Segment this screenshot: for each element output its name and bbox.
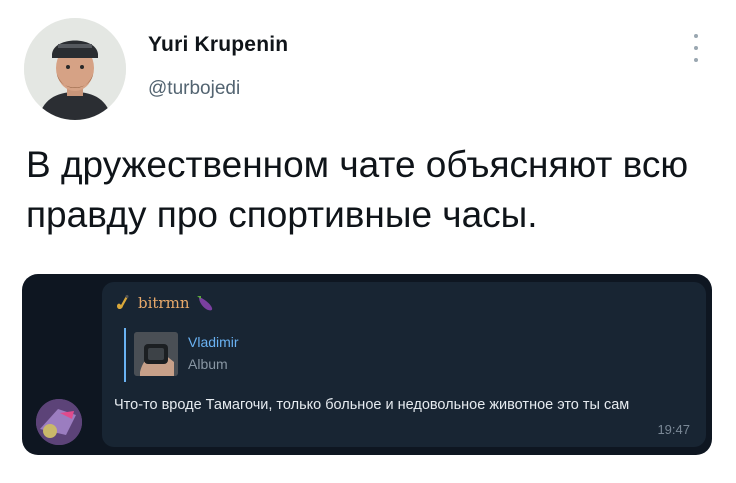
more-dot <box>694 58 698 62</box>
chat-screenshot: bitrmn Vladimir Album Что-то вроде Тамаг… <box>22 274 712 455</box>
tweet-text: В дружественном чате объясняют всю правд… <box>26 144 689 235</box>
reply-accent-bar <box>124 328 126 382</box>
author-avatar[interactable] <box>24 18 126 120</box>
reply-subtitle: Album <box>188 356 228 372</box>
more-dot <box>694 34 698 38</box>
author-handle[interactable]: @turbojedi <box>148 78 240 100</box>
message-sender[interactable]: bitrmn <box>114 294 215 312</box>
author-display-name[interactable]: Yuri Krupenin <box>148 33 288 57</box>
message-bubble[interactable]: bitrmn Vladimir Album Что-то вроде Тамаг… <box>102 282 706 447</box>
message-time: 19:47 <box>657 422 690 437</box>
chat-sender-avatar <box>36 399 82 445</box>
more-vertical-icon[interactable] <box>686 34 706 62</box>
watch-photo <box>134 332 178 376</box>
saxophone-icon <box>117 295 129 309</box>
message-text: Что-то вроде Тамагочи, только больное и … <box>114 397 630 413</box>
reply-author: Vladimir <box>188 334 239 350</box>
sender-name: bitrmn <box>138 294 190 312</box>
eggplant-icon <box>197 296 213 311</box>
more-dot <box>694 46 698 50</box>
sender-avatar-image <box>36 399 82 445</box>
reply-thumbnail[interactable] <box>134 332 178 376</box>
author-photo <box>24 18 126 120</box>
